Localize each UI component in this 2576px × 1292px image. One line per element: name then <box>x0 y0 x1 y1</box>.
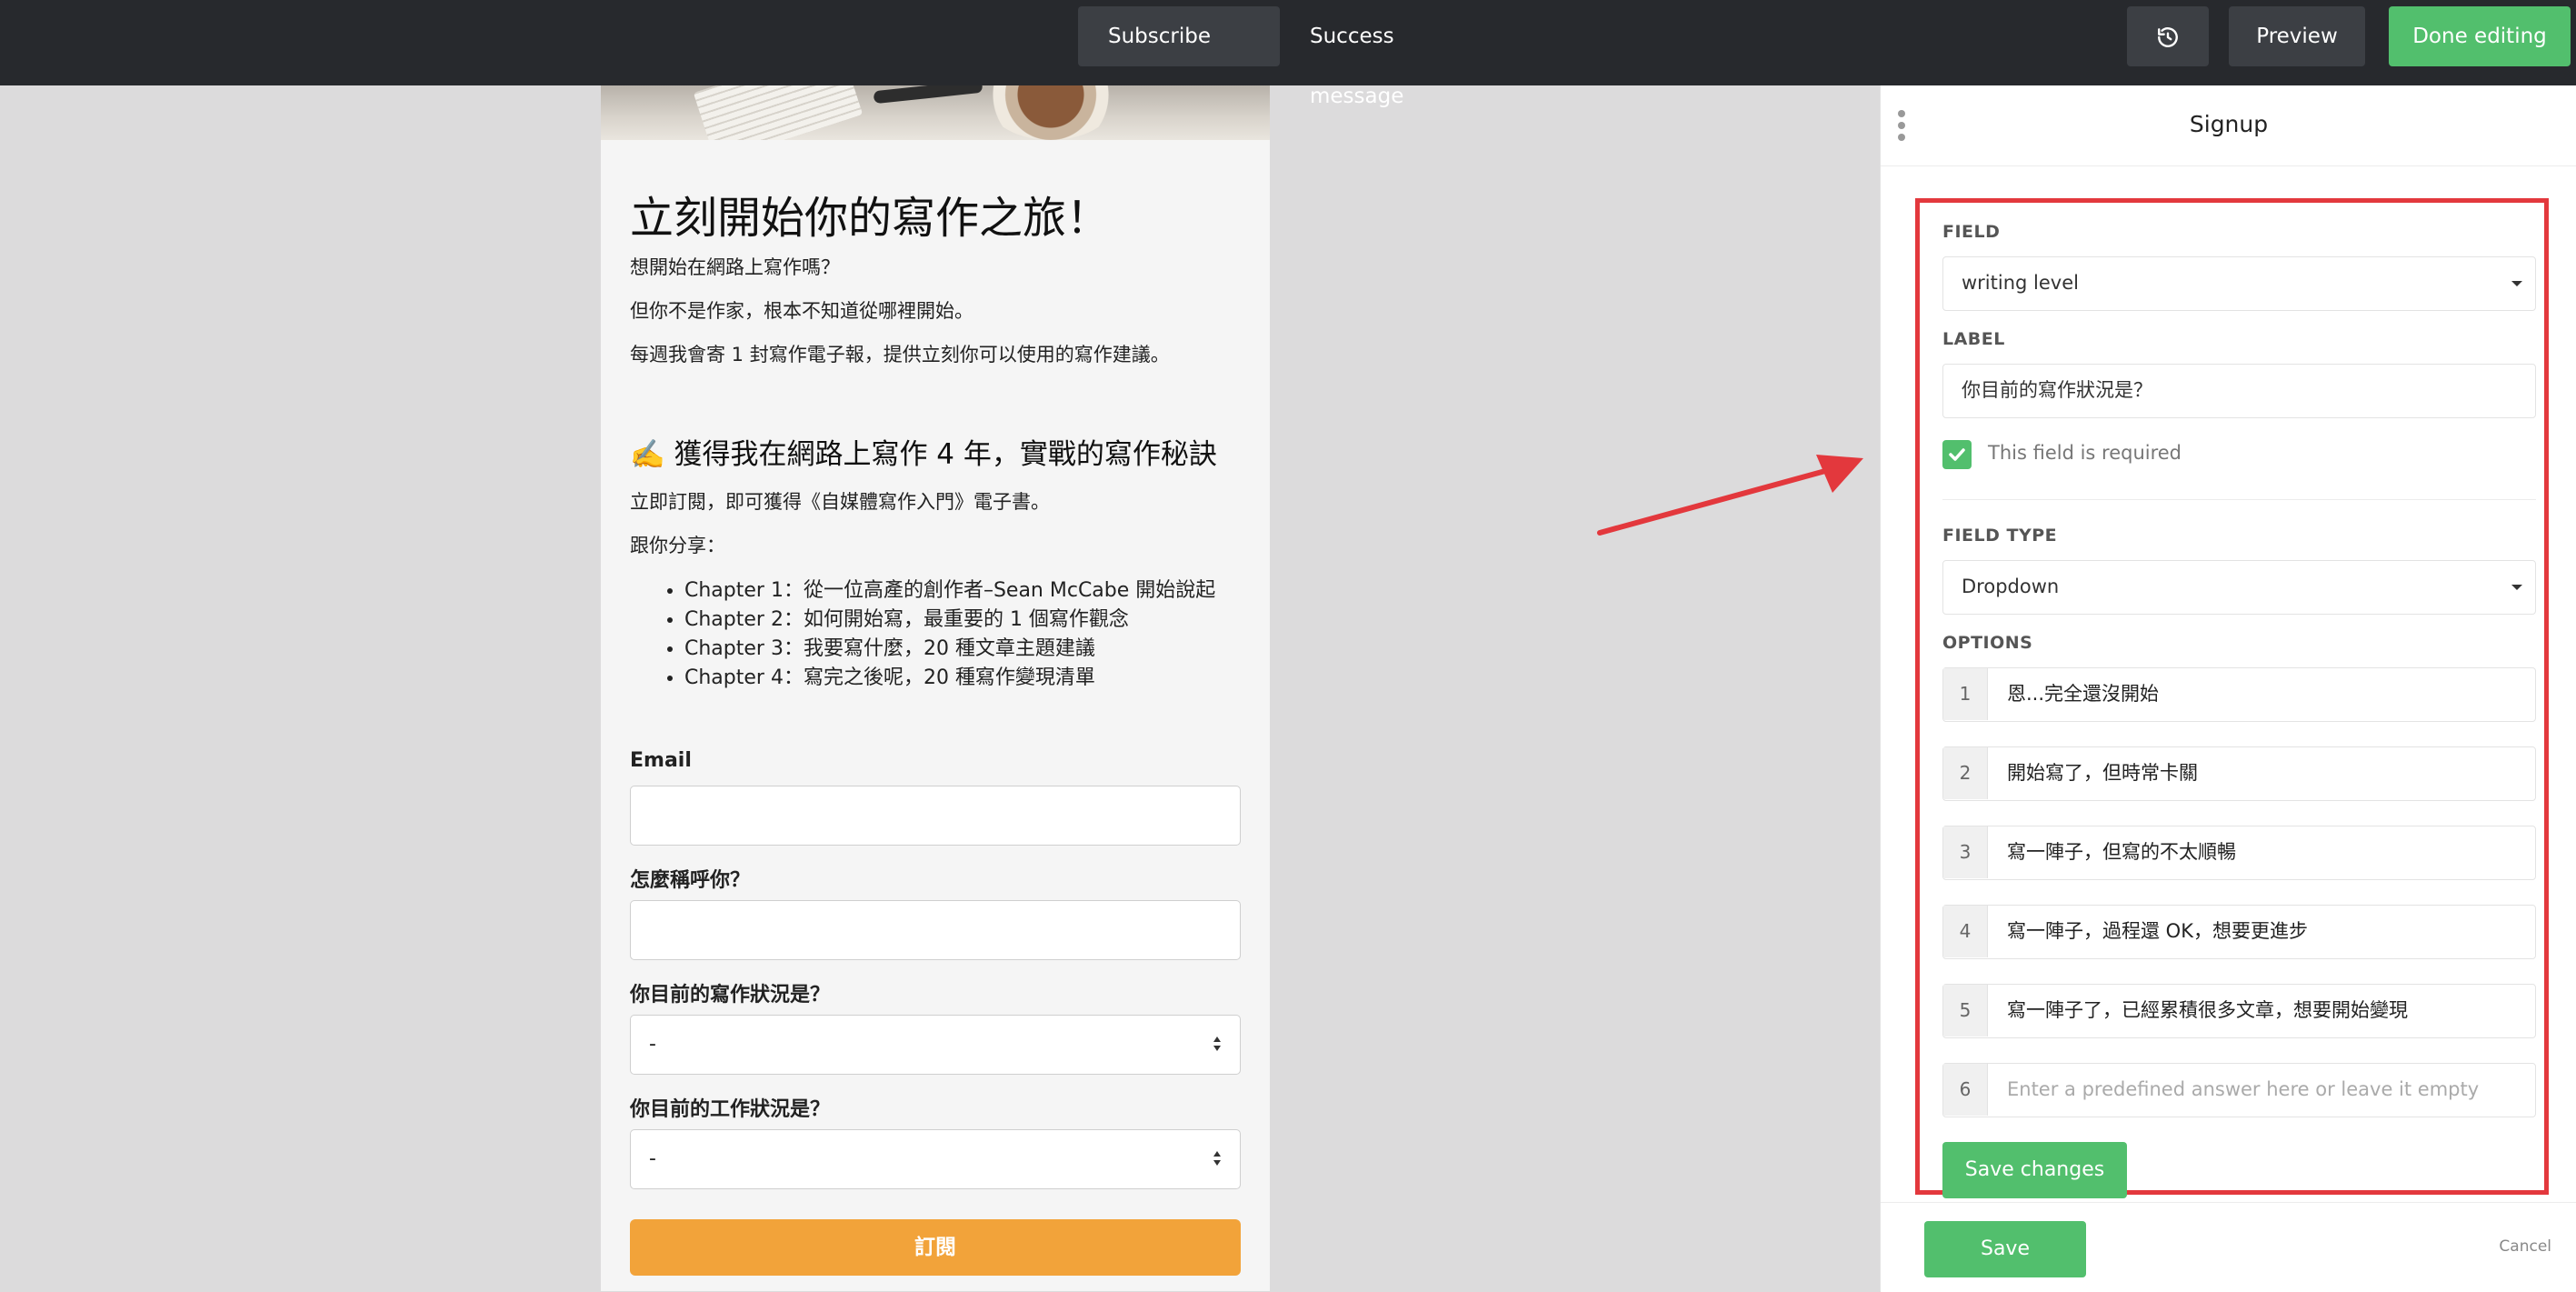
option-text: 寫一陣子，但寫的不太順暢 <box>2007 841 2236 863</box>
option-placeholder: Enter a predefined answer here or leave … <box>2007 1078 2480 1100</box>
writing-status-value: - <box>649 1033 656 1056</box>
field-label: FIELD <box>1942 222 2001 242</box>
preview-button[interactable]: Preview <box>2229 6 2365 66</box>
panel-header: Signup <box>1881 85 2576 166</box>
save-changes-button[interactable]: Save changes <box>1942 1142 2127 1198</box>
list-item: Chapter 2：如何開始寫，最重要的 1 個寫作觀念 <box>684 606 1215 635</box>
name-field[interactable] <box>630 900 1241 960</box>
label-value: 你目前的寫作狀況是？ <box>1962 379 2152 401</box>
subscribe-button[interactable]: 訂閱 <box>630 1219 1241 1276</box>
tab-subscribe-form[interactable]: Subscribe form <box>1078 6 1280 108</box>
share-text: 跟你分享： <box>630 535 725 556</box>
intro-line-1: 想開始在網路上寫作嗎？ <box>630 256 840 278</box>
save-button[interactable]: Save <box>1924 1221 2086 1277</box>
required-label: This field is required <box>1988 442 2182 464</box>
options-label: OPTIONS <box>1942 633 2033 653</box>
field-select[interactable]: writing level <box>1942 256 2536 311</box>
option-row[interactable]: 3 寫一陣子，但寫的不太順暢 <box>1942 826 2536 880</box>
email-label: Email <box>630 749 692 772</box>
option-number: 6 <box>1943 1064 1988 1116</box>
select-arrows-icon <box>1213 1151 1221 1166</box>
option-row[interactable]: 6 Enter a predefined answer here or leav… <box>1942 1063 2536 1117</box>
list-item: Chapter 3：我要寫什麼，20 種文章主題建議 <box>684 635 1215 664</box>
option-row[interactable]: 1 恩...完全還沒開始 <box>1942 667 2536 722</box>
done-editing-button[interactable]: Done editing <box>2389 6 2571 66</box>
field-value: writing level <box>1962 272 2079 294</box>
field-type-value: Dropdown <box>1962 576 2060 597</box>
chevron-down-icon <box>2511 281 2522 286</box>
option-number: 1 <box>1943 668 1988 720</box>
intro-line-2: 但你不是作家，根本不知道從哪裡開始。 <box>630 300 973 322</box>
divider <box>1942 499 2536 500</box>
panel-footer: Save Cancel <box>1881 1202 2576 1292</box>
work-status-value: - <box>649 1147 656 1170</box>
required-checkbox[interactable] <box>1942 440 1972 469</box>
annotation-arrow <box>1597 455 1863 536</box>
cancel-button[interactable]: Cancel <box>2499 1237 2551 1256</box>
name-label: 怎麼稱呼你？ <box>630 869 751 892</box>
history-icon <box>2158 26 2178 47</box>
work-status-label: 你目前的工作狀況是？ <box>630 1098 831 1121</box>
history-button[interactable] <box>2127 6 2209 66</box>
option-number: 5 <box>1943 985 1988 1037</box>
option-number: 2 <box>1943 747 1988 799</box>
field-type-select[interactable]: Dropdown <box>1942 560 2536 615</box>
tab-success-message[interactable]: Success message <box>1280 6 1498 108</box>
form-title: 立刻開始你的寫作之旅！ <box>630 193 1111 244</box>
form-subtitle: ✍️ 獲得我在網路上寫作 4 年，實戰的寫作秘訣 <box>630 438 1217 471</box>
option-text: 寫一陣子，過程還 OK，想要更進步 <box>2007 920 2308 942</box>
field-settings-panel: Signup FIELD writing level LABEL 你目前的寫作狀… <box>1880 85 2576 1292</box>
hero-image <box>601 85 1270 140</box>
option-number: 4 <box>1943 906 1988 957</box>
writing-status-label: 你目前的寫作狀況是？ <box>630 984 831 1007</box>
option-text: 寫一陣子了，已經累積很多文章，想要開始變現 <box>2007 999 2408 1021</box>
field-type-label: FIELD TYPE <box>1942 526 2058 546</box>
list-item: Chapter 4：寫完之後呢，20 種寫作變現清單 <box>684 664 1215 693</box>
option-number: 3 <box>1943 826 1988 878</box>
intro-line-3: 每週我會寄 1 封寫作電子報，提供立刻你可以使用的寫作建議。 <box>630 344 1170 366</box>
chapter-list: Chapter 1：從一位高產的創作者–Sean McCabe 開始說起 Cha… <box>659 576 1215 693</box>
checkmark-icon <box>1949 448 1965 461</box>
select-arrows-icon <box>1213 1037 1221 1051</box>
writing-status-select[interactable]: - <box>630 1015 1241 1075</box>
panel-title: Signup <box>2189 111 2269 137</box>
option-row[interactable]: 5 寫一陣子了，已經累積很多文章，想要開始變現 <box>1942 984 2536 1038</box>
list-item: Chapter 1：從一位高產的創作者–Sean McCabe 開始說起 <box>684 576 1215 606</box>
option-text: 開始寫了，但時常卡關 <box>2007 762 2198 784</box>
top-toolbar: Subscribe form Success message Preview D… <box>0 0 2576 108</box>
option-row[interactable]: 4 寫一陣子，過程還 OK，想要更進步 <box>1942 905 2536 959</box>
work-status-select[interactable]: - <box>630 1129 1241 1189</box>
email-field[interactable] <box>630 786 1241 846</box>
chevron-down-icon <box>2511 585 2522 590</box>
label-label: LABEL <box>1942 329 2005 349</box>
offer-text: 立即訂閱，即可獲得《自媒體寫作入門》電子書。 <box>630 491 1050 513</box>
form-preview: 立刻開始你的寫作之旅！ 想開始在網路上寫作嗎？ 但你不是作家，根本不知道從哪裡開… <box>601 85 1270 1291</box>
option-row[interactable]: 2 開始寫了，但時常卡關 <box>1942 746 2536 801</box>
option-text: 恩...完全還沒開始 <box>2007 683 2160 705</box>
label-input[interactable]: 你目前的寫作狀況是？ <box>1942 364 2536 418</box>
